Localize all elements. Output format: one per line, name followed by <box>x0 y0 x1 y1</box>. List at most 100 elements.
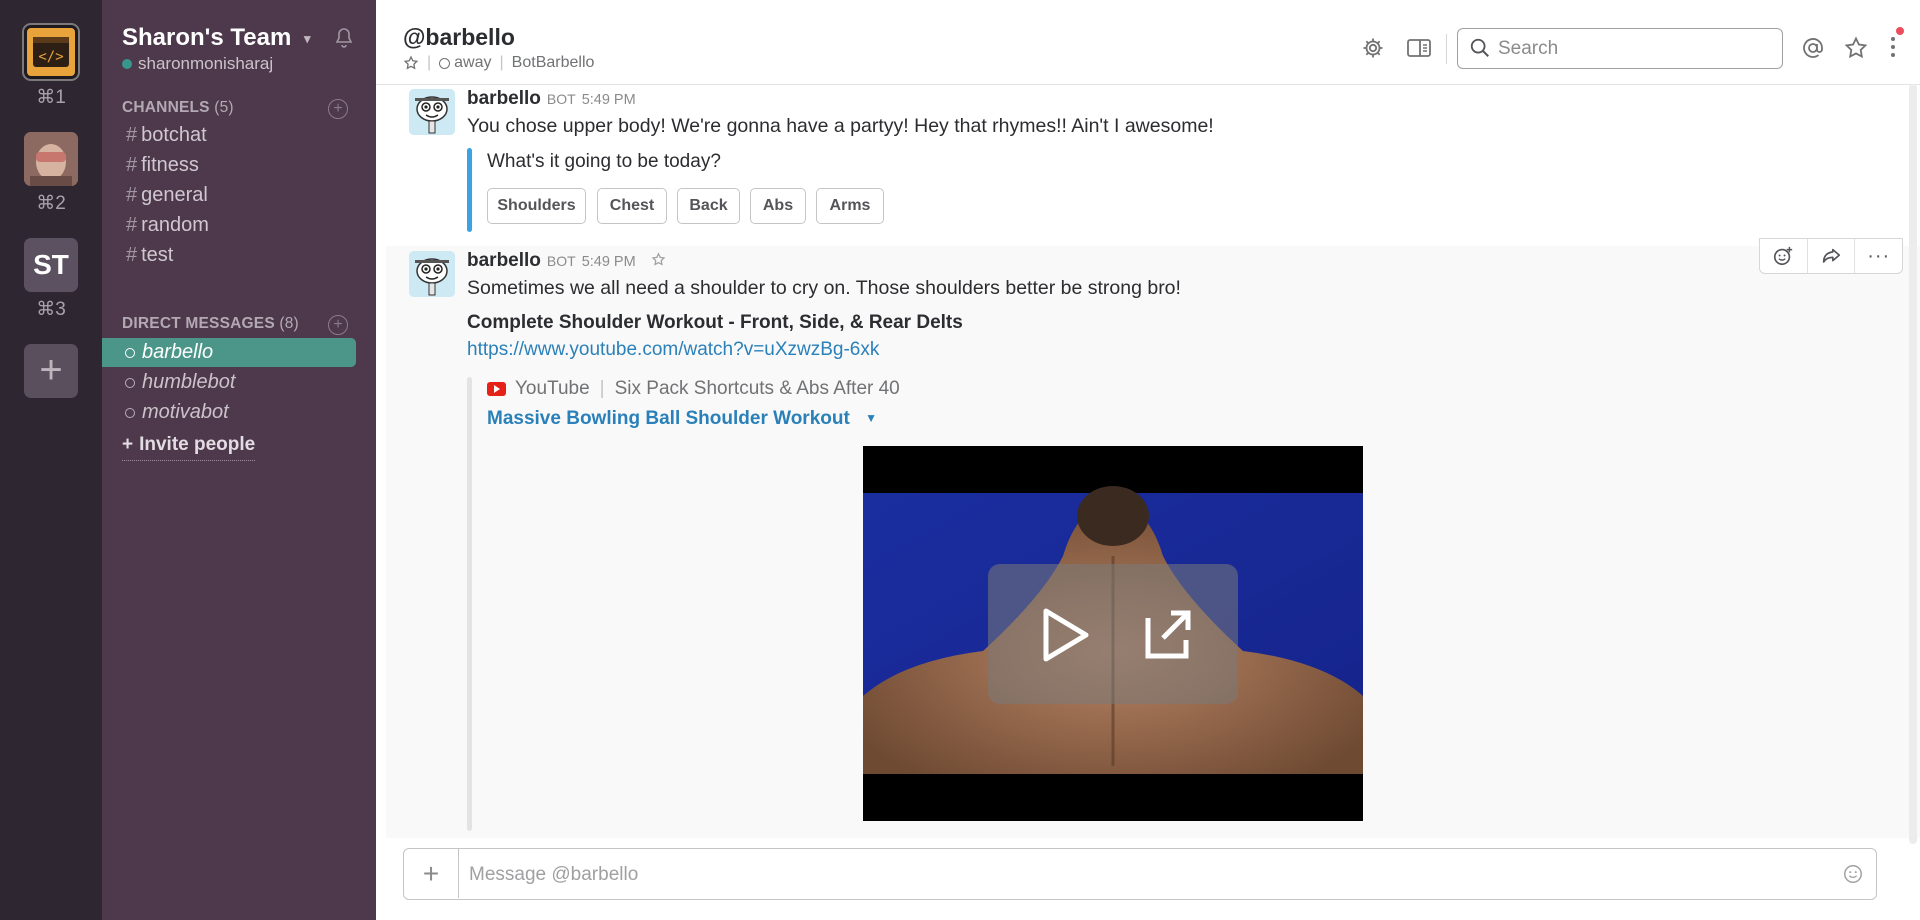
arms-button[interactable]: Arms <box>816 188 884 224</box>
team-name: Sharon's Team <box>122 24 292 51</box>
direct-messages-header[interactable]: DIRECT MESSAGES (8) <box>122 315 299 333</box>
embed-title-row[interactable]: Massive Bowling Ball Shoulder Workout ▼ <box>487 408 877 430</box>
presence-away-icon <box>439 57 451 69</box>
plus-icon: + <box>422 857 440 889</box>
more-menu-button[interactable] <box>1886 27 1904 61</box>
hash-icon: # <box>126 184 138 206</box>
abs-button[interactable]: Abs <box>750 188 806 224</box>
bot-avatar[interactable] <box>409 251 455 297</box>
username: sharonmonisharaj <box>138 54 274 73</box>
embed-channel: Six Pack Shortcuts & Abs After 40 <box>614 378 900 399</box>
message-scrollbar[interactable] <box>1909 84 1917 844</box>
youtube-link[interactable]: https://www.youtube.com/watch?v=uXzwzBg-… <box>467 339 879 361</box>
plus-icon: + <box>333 100 343 117</box>
star-icon[interactable] <box>403 55 419 71</box>
presence-status: away <box>454 54 492 71</box>
sidebar-channel-general[interactable]: # general <box>126 184 208 207</box>
search-box[interactable] <box>1457 28 1783 69</box>
barbello-avatar-icon <box>409 89 455 135</box>
message-input[interactable] <box>467 861 1811 889</box>
invite-people-link[interactable]: + Invite people <box>122 434 256 461</box>
attachment-text: What's it going to be today? <box>487 151 721 172</box>
emoji-picker-icon[interactable] <box>1842 863 1864 885</box>
sidebar-channel-botchat[interactable]: # botchat <box>126 124 207 147</box>
team-3-initials: ST <box>33 249 69 280</box>
barbello-avatar-icon <box>409 251 455 297</box>
sidebar-dm-motivabot[interactable]: motivabot <box>102 398 356 427</box>
direct-messages-label: DIRECT MESSAGES <box>122 315 275 332</box>
divider: | <box>427 54 432 71</box>
message-text: Sometimes we all need a shoulder to cry … <box>467 277 1181 299</box>
presence-away-icon <box>125 378 135 388</box>
bot-tag: BOT <box>546 91 576 107</box>
chevron-down-icon: ▾ <box>303 30 311 46</box>
message-header: barbello BOT 5:49 PM <box>467 88 636 110</box>
team-2-shortcut: ⌘2 <box>36 193 66 214</box>
team-switcher-rail: </> ⌘1 ⌘2 ST ⌘3 + <box>0 0 102 920</box>
caret-down-icon: ▼ <box>865 411 877 425</box>
shoulders-button[interactable]: Shoulders <box>487 188 586 224</box>
team-3-shortcut: ⌘3 <box>36 299 66 320</box>
sidebar-channel-test[interactable]: # test <box>126 244 173 267</box>
team-1-tile[interactable]: </> <box>24 25 78 79</box>
team-2-tile[interactable] <box>24 132 78 186</box>
dm-label: barbello <box>142 341 214 363</box>
sidebar-dm-barbello[interactable]: barbello <box>102 338 356 367</box>
video-thumbnail[interactable] <box>863 446 1363 821</box>
attach-file-button[interactable]: + <box>404 849 459 898</box>
mentions-at-icon[interactable] <box>1801 36 1825 60</box>
link-title: Complete Shoulder Workout - Front, Side,… <box>467 312 963 333</box>
embed-title: Massive Bowling Ball Shoulder Workout <box>487 408 850 429</box>
sidebar-dm-humblebot[interactable]: humblebot <box>102 368 356 397</box>
channels-count: (5) <box>214 99 234 116</box>
back-button[interactable]: Back <box>677 188 740 224</box>
search-icon <box>1470 38 1489 57</box>
channel-label: random <box>141 214 209 236</box>
hash-icon: # <box>126 154 138 176</box>
message-1: barbello BOT 5:49 PM You chose upper body!… <box>376 86 1906 246</box>
team-2-photo-icon <box>24 132 78 186</box>
attachment-bar <box>467 148 472 232</box>
bell-icon[interactable] <box>332 26 356 50</box>
sidebar-toggle-icon[interactable] <box>1406 36 1432 60</box>
sidebar-channel-fitness[interactable]: # fitness <box>126 154 199 177</box>
hash-icon: # <box>126 244 138 266</box>
add-direct-message-button[interactable]: + <box>328 315 348 335</box>
channels-label: CHANNELS <box>122 99 210 116</box>
starred-items-icon[interactable] <box>1844 36 1868 60</box>
chest-button[interactable]: Chest <box>597 188 667 224</box>
youtube-logo-icon <box>487 382 506 396</box>
bot-tag: BOT <box>546 253 576 269</box>
channel-meta: | away | BotBarbello <box>403 54 594 72</box>
channels-header[interactable]: CHANNELS (5) <box>122 99 234 117</box>
divider: | <box>499 54 504 71</box>
channel-title: @barbello <box>403 24 515 50</box>
main-panel: @barbello | away | BotBarbello Search ba… <box>376 0 1920 920</box>
header-divider <box>1446 34 1447 64</box>
author-name[interactable]: barbello <box>467 250 541 271</box>
channel-header: @barbello | away | BotBarbello <box>376 0 1920 85</box>
dm-label: humblebot <box>142 371 236 393</box>
team-1-shortcut: ⌘1 <box>36 87 66 108</box>
presence-active-icon <box>122 59 132 69</box>
invite-label: Invite people <box>139 434 256 455</box>
channel-label: fitness <box>141 154 199 176</box>
add-channel-button[interactable]: + <box>328 99 348 119</box>
code-window-icon: </> <box>33 37 69 67</box>
hash-icon: # <box>126 124 138 146</box>
star-icon[interactable] <box>651 252 666 267</box>
search-input[interactable] <box>1496 35 1770 63</box>
channel-label: test <box>141 244 174 266</box>
presence-away-icon <box>125 408 135 418</box>
team-name-menu[interactable]: Sharon's Team ▾ <box>122 24 311 52</box>
bot-avatar[interactable] <box>409 89 455 135</box>
add-team-button[interactable]: + <box>24 344 78 398</box>
message-time[interactable]: 5:49 PM <box>582 92 636 108</box>
video-preview-image <box>863 446 1363 821</box>
message-time[interactable]: 5:49 PM <box>582 254 636 270</box>
gear-icon[interactable] <box>1361 36 1385 60</box>
author-name[interactable]: barbello <box>467 88 541 109</box>
team-3-tile[interactable]: ST <box>24 238 78 292</box>
presence-away-icon <box>125 348 135 358</box>
sidebar-channel-random[interactable]: # random <box>126 214 209 237</box>
